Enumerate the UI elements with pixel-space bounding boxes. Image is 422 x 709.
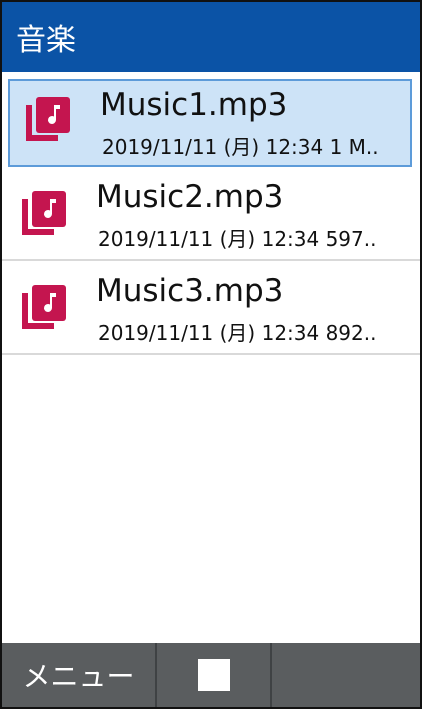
- list-item[interactable]: Music3.mp3 2019/11/11 (月) 12:34 892..: [2, 261, 420, 355]
- file-name: Music2.mp3: [96, 179, 284, 215]
- screen: 音楽 Music1.mp3 2019/11/11 (月) 12:34 1 M..…: [0, 0, 422, 709]
- music-file-icon: [22, 191, 66, 237]
- stop-softkey[interactable]: [157, 643, 272, 707]
- stop-icon: [197, 659, 230, 691]
- list-item[interactable]: Music1.mp3 2019/11/11 (月) 12:34 1 M..: [8, 79, 412, 167]
- list-item[interactable]: Music2.mp3 2019/11/11 (月) 12:34 597..: [2, 167, 420, 261]
- file-meta: 2019/11/11 (月) 12:34 892..: [98, 321, 377, 345]
- page-title: 音楽: [16, 23, 76, 58]
- music-file-list: Music1.mp3 2019/11/11 (月) 12:34 1 M.. Mu…: [2, 72, 420, 355]
- file-name: Music1.mp3: [100, 87, 288, 123]
- file-name: Music3.mp3: [96, 273, 284, 309]
- menu-softkey-label: メニュー: [22, 660, 135, 693]
- right-softkey[interactable]: [272, 643, 420, 707]
- app-header: 音楽: [2, 2, 420, 72]
- file-meta: 2019/11/11 (月) 12:34 1 M..: [102, 135, 379, 159]
- file-meta: 2019/11/11 (月) 12:34 597..: [98, 227, 377, 251]
- menu-softkey[interactable]: メニュー: [2, 643, 157, 707]
- music-file-icon: [22, 285, 66, 331]
- music-file-icon: [26, 97, 70, 143]
- softkey-bar: メニュー: [2, 643, 420, 707]
